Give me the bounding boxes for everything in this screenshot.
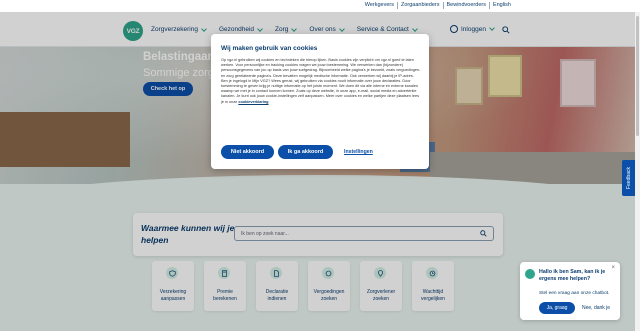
cookie-statement-link[interactable]: cookieverklaring	[238, 100, 268, 104]
scrollbar-thumb[interactable]	[636, 16, 639, 136]
util-link-zorgaanbieders[interactable]: Zorgaanbieders	[396, 2, 443, 9]
chat-no-button[interactable]: Nee, dank je	[582, 305, 610, 311]
util-link-english[interactable]: English	[488, 2, 514, 9]
chat-yes-button[interactable]: Ja, graag	[539, 302, 575, 314]
util-link-bewindvoerders[interactable]: Bewindvoerders	[442, 2, 489, 9]
accept-cookies-button[interactable]: Ik ga akkoord	[278, 145, 333, 159]
chat-prompt: Stel een vraag aan onze chatbot.	[539, 291, 610, 296]
cookie-dialog-body: Op vgz.nl gebruiken wij cookies en techn…	[221, 58, 421, 104]
chat-greeting: Hallo ik ben Sam, kan ik je ergens mee h…	[539, 269, 606, 282]
cookie-dialog-text: Op vgz.nl gebruiken wij cookies en techn…	[221, 58, 421, 104]
utility-links: Werkgevers Zorgaanbieders Bewindvoerders…	[362, 2, 514, 9]
utility-bar: Werkgevers Zorgaanbieders Bewindvoerders…	[0, 0, 640, 12]
feedback-label: Feedback	[626, 167, 632, 189]
cookie-consent-dialog: Wij maken gebruik van cookies Op vgz.nl …	[211, 34, 429, 169]
chatbot-widget: × Hallo ik ben Sam, kan ik je ergens mee…	[520, 262, 620, 320]
decline-cookies-button[interactable]: Niet akkoord	[221, 145, 274, 159]
cookie-settings-link[interactable]: Instellingen	[344, 149, 373, 155]
page-scrollbar[interactable]	[635, 12, 640, 331]
cookie-dialog-title: Wij maken gebruik van cookies	[221, 45, 318, 52]
avatar	[525, 269, 535, 279]
util-link-werkgevers[interactable]: Werkgevers	[362, 2, 397, 9]
feedback-tab[interactable]: Feedback	[622, 160, 636, 196]
